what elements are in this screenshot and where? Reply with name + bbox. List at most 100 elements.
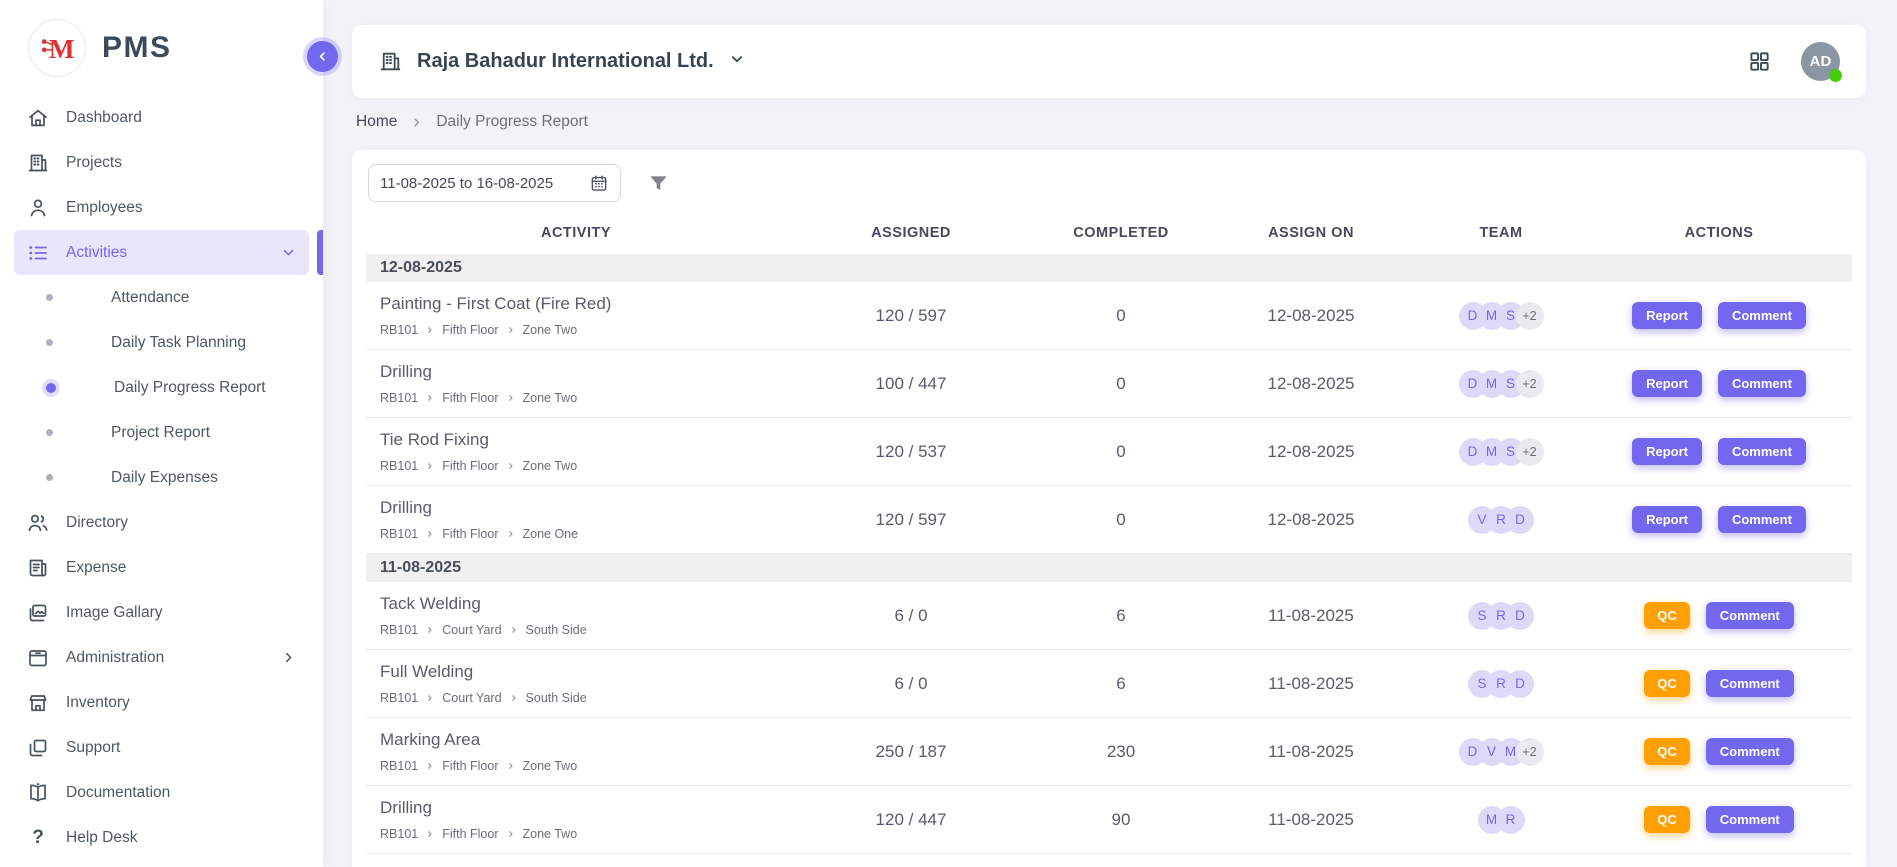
activity-cell: Full WeldingRB101Court YardSouth Side: [366, 662, 786, 705]
report-button[interactable]: Report: [1632, 438, 1702, 465]
path-segment: Fifth Floor: [442, 323, 498, 337]
comment-button[interactable]: Comment: [1718, 370, 1806, 397]
comment-button[interactable]: Comment: [1718, 302, 1806, 329]
activity-cell: DrillingRB101Fifth FloorZone One: [366, 498, 786, 541]
path-segment: Fifth Floor: [442, 459, 498, 473]
sidebar-item-directory[interactable]: Directory: [14, 500, 309, 545]
table-row: Marking AreaRB101Fifth FloorZone Two250 …: [366, 718, 1852, 786]
report-button[interactable]: Report: [1632, 302, 1702, 329]
assign-on-value: 12-08-2025: [1206, 442, 1416, 462]
qc-button[interactable]: QC: [1644, 602, 1690, 629]
sidebar-collapse-button[interactable]: [307, 41, 338, 72]
table-row: Tie Rod FixingRB101Fifth FloorZone Two12…: [366, 418, 1852, 486]
sidebar-item-image-gallary[interactable]: Image Gallary: [14, 590, 309, 635]
sidebar-item-expense[interactable]: Expense: [14, 545, 309, 590]
sidebar-item-label: Inventory: [66, 694, 130, 712]
comment-button[interactable]: Comment: [1706, 602, 1794, 629]
sidebar-item-help-desk[interactable]: ?Help Desk: [14, 815, 309, 860]
sidebar-item-label: Daily Task Planning: [111, 334, 246, 352]
building-icon: [26, 151, 50, 175]
sidebar-item-administration[interactable]: Administration: [14, 635, 309, 680]
online-status-dot: [1829, 69, 1842, 82]
date-range-field[interactable]: [368, 164, 621, 202]
team-avatars: MR: [1416, 806, 1586, 834]
chevron-right-icon: [506, 829, 516, 839]
calendar-icon[interactable]: [589, 173, 609, 193]
company-switcher[interactable]: Raja Bahadur International Ltd.: [378, 49, 746, 74]
comment-button[interactable]: Comment: [1706, 670, 1794, 697]
completed-value: 6: [1036, 606, 1206, 626]
path-segment: Fifth Floor: [442, 391, 498, 405]
path-segment: Fifth Floor: [442, 527, 498, 541]
team-avatar[interactable]: D: [1506, 506, 1534, 534]
sidebar-item-daily-task-planning[interactable]: Daily Task Planning: [14, 320, 309, 365]
activity-cell: DrillingRB101Fifth FloorZone Two: [366, 798, 786, 841]
team-avatar[interactable]: D: [1506, 602, 1534, 630]
book-icon: [26, 781, 50, 805]
assigned-value: 6 / 0: [786, 674, 1036, 694]
comment-button[interactable]: Comment: [1718, 506, 1806, 533]
qc-button[interactable]: QC: [1644, 670, 1690, 697]
column-header: ASSIGN ON: [1206, 225, 1416, 241]
column-header: ACTIONS: [1586, 225, 1852, 241]
row-actions: Report Comment: [1586, 370, 1852, 397]
team-extra-count[interactable]: +2: [1516, 438, 1544, 466]
sidebar-item-daily-expenses[interactable]: Daily Expenses: [14, 455, 309, 500]
team-avatars: DVM+2: [1416, 738, 1586, 766]
comment-button[interactable]: Comment: [1718, 438, 1806, 465]
team-avatar[interactable]: R: [1497, 806, 1525, 834]
avatar-initials: AD: [1810, 53, 1832, 70]
qc-button[interactable]: QC: [1644, 738, 1690, 765]
report-button[interactable]: Report: [1632, 370, 1702, 397]
question-icon: ?: [26, 826, 50, 850]
activity-path: RB101Fifth FloorZone Two: [380, 827, 778, 841]
sidebar-item-support[interactable]: Support: [14, 725, 309, 770]
row-actions: QC Comment: [1586, 602, 1852, 629]
sidebar-item-employees[interactable]: Employees: [14, 185, 309, 230]
invoice-icon: [26, 556, 50, 580]
sidebar-item-label: Employees: [66, 199, 143, 217]
sidebar-nav: DashboardProjects Employees ActivitiesAtte…: [0, 91, 323, 860]
date-range-input[interactable]: [380, 175, 589, 192]
team-avatar[interactable]: D: [1506, 670, 1534, 698]
assign-on-value: 11-08-2025: [1206, 742, 1416, 762]
sidebar-item-inventory[interactable]: Inventory: [14, 680, 309, 725]
team-extra-count[interactable]: +2: [1516, 302, 1544, 330]
table-row: DrillingRB101Fifth FloorZone Two100 / 44…: [366, 350, 1852, 418]
sidebar-item-dashboard[interactable]: Dashboard: [14, 95, 309, 140]
path-segment: RB101: [380, 827, 418, 841]
table-row: DrillingRB101Fifth FloorZone Two120 / 44…: [366, 786, 1852, 854]
apps-grid-icon[interactable]: [1748, 50, 1771, 73]
sidebar: M PMS DashboardProjectsEmployeesActiviti…: [0, 0, 323, 867]
chevron-down-icon: [728, 50, 746, 73]
team-extra-count[interactable]: +2: [1516, 738, 1544, 766]
comment-button[interactable]: Comment: [1706, 806, 1794, 833]
chevron-right-icon: [425, 325, 435, 335]
activity-path: RB101Fifth FloorZone Two: [380, 759, 778, 773]
filter-icon[interactable]: [647, 172, 670, 195]
column-header: COMPLETED: [1036, 225, 1206, 241]
comment-button[interactable]: Comment: [1706, 738, 1794, 765]
sidebar-item-project-report[interactable]: Project Report: [14, 410, 309, 455]
row-actions: Report Comment: [1586, 506, 1852, 533]
chevron-right-icon: [425, 761, 435, 771]
brand-logo-icon: M: [28, 19, 86, 77]
chevron-right-icon: [509, 625, 519, 635]
user-avatar[interactable]: AD: [1801, 42, 1840, 81]
breadcrumb-home-link[interactable]: Home: [356, 113, 397, 131]
sidebar-item-daily-progress-report[interactable]: Daily Progress Report: [14, 365, 309, 410]
table-row: DrillingRB101Fifth FloorZone One120 / 59…: [366, 486, 1852, 554]
qc-button[interactable]: QC: [1644, 806, 1690, 833]
report-button[interactable]: Report: [1632, 506, 1702, 533]
team-extra-count[interactable]: +2: [1516, 370, 1544, 398]
sidebar-item-documentation[interactable]: Documentation: [14, 770, 309, 815]
assigned-value: 120 / 597: [786, 306, 1036, 326]
date-group-header: 12-08-2025: [366, 254, 1852, 282]
sidebar-item-activities[interactable]: Activities: [14, 230, 309, 275]
sidebar-item-attendance[interactable]: Attendance: [14, 275, 309, 320]
assigned-value: 6 / 0: [786, 606, 1036, 626]
sidebar-item-projects[interactable]: Projects: [14, 140, 309, 185]
chevron-right-icon: [409, 115, 424, 130]
chevron-right-icon: [280, 649, 297, 666]
date-group-header: 11-08-2025: [366, 554, 1852, 582]
